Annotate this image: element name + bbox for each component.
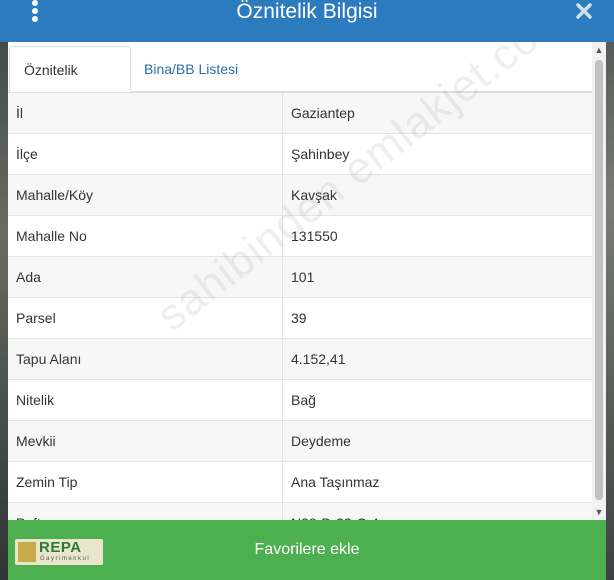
table-row: Mevkii Deydeme: [8, 421, 598, 462]
table-row: Zemin Tip Ana Taşınmaz: [8, 462, 598, 503]
close-icon[interactable]: [575, 2, 593, 20]
attribute-key: Mahalle No: [16, 228, 87, 244]
attribute-value: Ana Taşınmaz: [291, 474, 380, 490]
attribute-key: Zemin Tip: [16, 474, 78, 490]
table-row: Tapu Alanı 4.152,41: [8, 339, 598, 380]
attribute-panel: Öznitelik Bilgisi Bina/BB Listesi İl Gaz…: [8, 42, 606, 520]
map-background-right: [606, 0, 614, 580]
attribute-key: Ada: [16, 269, 41, 285]
table-row: Mahalle/Köy Kavşak: [8, 175, 598, 216]
attribute-value: Bağ: [291, 392, 316, 408]
table-row: Mahalle No 131550: [8, 216, 598, 257]
dialog-header: Öznitelik Bilgisi: [0, 0, 614, 42]
dialog-title: Öznitelik Bilgisi: [236, 0, 378, 23]
attribute-key: Tapu Alanı: [16, 351, 82, 367]
attribute-value: N38-D-23-C-4: [291, 503, 591, 520]
attribute-value: 101: [291, 269, 315, 285]
attribute-value: 39: [291, 310, 307, 326]
table-row: Nitelik Bağ: [8, 380, 598, 421]
attribute-value: Kavşak: [291, 187, 337, 203]
attribute-key: İl: [16, 105, 23, 121]
scroll-down-icon[interactable]: ▼: [592, 504, 606, 520]
table-row: İlçe Şahinbey: [8, 134, 598, 175]
table-row: Parsel 39: [8, 298, 598, 339]
attribute-key: Mahalle/Köy: [16, 187, 94, 203]
attribute-value: Gaziantep: [291, 105, 355, 121]
attribute-key: Nitelik: [16, 392, 55, 408]
footer-bar: REPA Gayrimenkul Favorilere ekle: [8, 520, 606, 580]
scroll-thumb[interactable]: [595, 60, 603, 500]
scrollbar[interactable]: ▲ ▼: [592, 42, 606, 520]
tab-attribute-info[interactable]: Öznitelik Bilgisi: [9, 46, 131, 124]
attribute-value: 4.152,41: [291, 351, 346, 367]
table-row: Ada 101: [8, 257, 598, 298]
attribute-key: Parsel: [16, 310, 56, 326]
attribute-key: Mevkii: [16, 433, 56, 449]
attribute-key: İlçe: [16, 146, 38, 162]
attribute-table: İl Gaziantep İlçe Şahinbey Mahalle/Köy K…: [8, 92, 598, 520]
attribute-value: 131550: [291, 228, 338, 244]
add-to-favorites-button[interactable]: Favorilere ekle: [8, 520, 606, 580]
map-background-left: [0, 0, 8, 580]
table-row: Pafta N38-D-23-C-4: [8, 503, 598, 520]
attribute-value: Deydeme: [291, 433, 351, 449]
table-row: İl Gaziantep: [8, 93, 598, 134]
tab-building-list[interactable]: Bina/BB Listesi: [130, 46, 250, 92]
attribute-key: Pafta: [16, 503, 276, 520]
scroll-up-icon[interactable]: ▲: [592, 42, 606, 58]
attribute-value: Şahinbey: [291, 146, 350, 162]
tab-bar: Öznitelik Bilgisi Bina/BB Listesi: [8, 42, 606, 124]
